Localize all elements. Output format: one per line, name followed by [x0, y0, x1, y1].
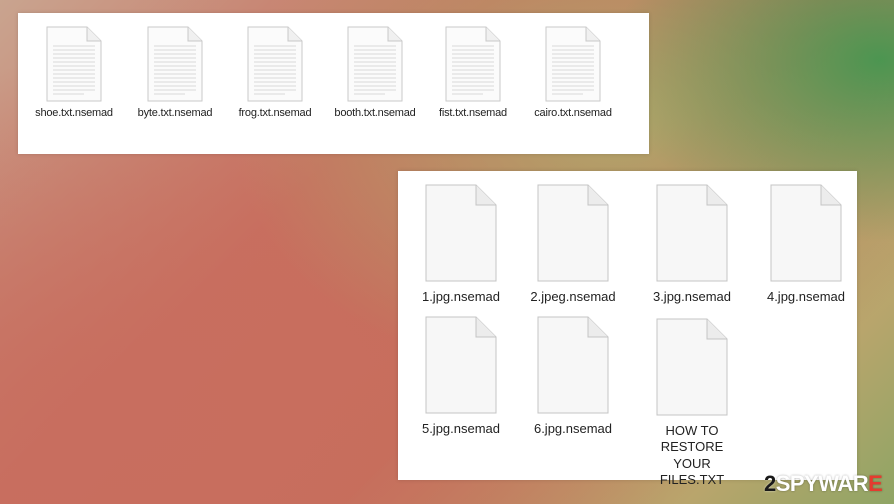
- file-name: 3.jpg.nsemad: [652, 289, 732, 304]
- file-name: 4.jpg.nsemad: [766, 289, 846, 304]
- file-name: cairo.txt.nsemad: [534, 107, 612, 119]
- text-document-icon: [443, 26, 503, 102]
- file-name: byte.txt.nsemad: [137, 107, 213, 119]
- text-document-icon: [345, 26, 405, 102]
- file-name: 6.jpg.nsemad: [533, 421, 613, 436]
- jpg-files-panel: 1.jpg.nsemad 2.jpeg.nsemad 3.jpg.nsemad …: [398, 171, 857, 487]
- blank-file-icon: [769, 184, 843, 282]
- file-item[interactable]: HOW TO RESTORE YOUR FILES.TXT: [637, 318, 747, 488]
- text-document-icon: [44, 26, 104, 102]
- blank-file-icon: [536, 184, 610, 282]
- file-name: 2.jpeg.nsemad: [530, 289, 616, 304]
- blank-file-icon: [655, 184, 729, 282]
- file-item[interactable]: booth.txt.nsemad: [327, 26, 423, 121]
- file-item[interactable]: 6.jpg.nsemad: [518, 316, 628, 437]
- watermark-logo: 2SPYWARE: [764, 471, 883, 496]
- file-item[interactable]: 3.jpg.nsemad: [637, 184, 747, 305]
- file-name: shoe.txt.nsemad: [35, 107, 113, 119]
- blank-file-icon: [424, 316, 498, 414]
- text-document-icon: [543, 26, 603, 102]
- file-name: fist.txt.nsemad: [439, 107, 507, 119]
- file-item[interactable]: fist.txt.nsemad: [425, 26, 521, 121]
- file-name: frog.txt.nsemad: [238, 107, 312, 119]
- file-item[interactable]: 2.jpeg.nsemad: [518, 184, 628, 305]
- text-document-icon: [145, 26, 205, 102]
- file-item[interactable]: frog.txt.nsemad: [227, 26, 323, 121]
- file-name: booth.txt.nsemad: [334, 107, 416, 119]
- file-item[interactable]: 4.jpg.nsemad: [751, 184, 861, 305]
- file-item[interactable]: 1.jpg.nsemad: [406, 184, 516, 305]
- file-name: 5.jpg.nsemad: [421, 421, 501, 436]
- file-item[interactable]: cairo.txt.nsemad: [525, 26, 621, 121]
- blank-file-icon: [655, 318, 729, 416]
- blank-file-icon: [536, 316, 610, 414]
- file-item[interactable]: byte.txt.nsemad: [127, 26, 223, 121]
- text-document-icon: [245, 26, 305, 102]
- txt-files-panel: shoe.txt.nsemad byte.txt.nsemad frog.txt…: [18, 13, 649, 154]
- blank-file-icon: [424, 184, 498, 282]
- file-name: HOW TO RESTORE YOUR FILES.TXT: [659, 423, 725, 487]
- file-item[interactable]: 5.jpg.nsemad: [406, 316, 516, 437]
- file-name: 1.jpg.nsemad: [421, 289, 501, 304]
- file-item[interactable]: shoe.txt.nsemad: [26, 26, 122, 121]
